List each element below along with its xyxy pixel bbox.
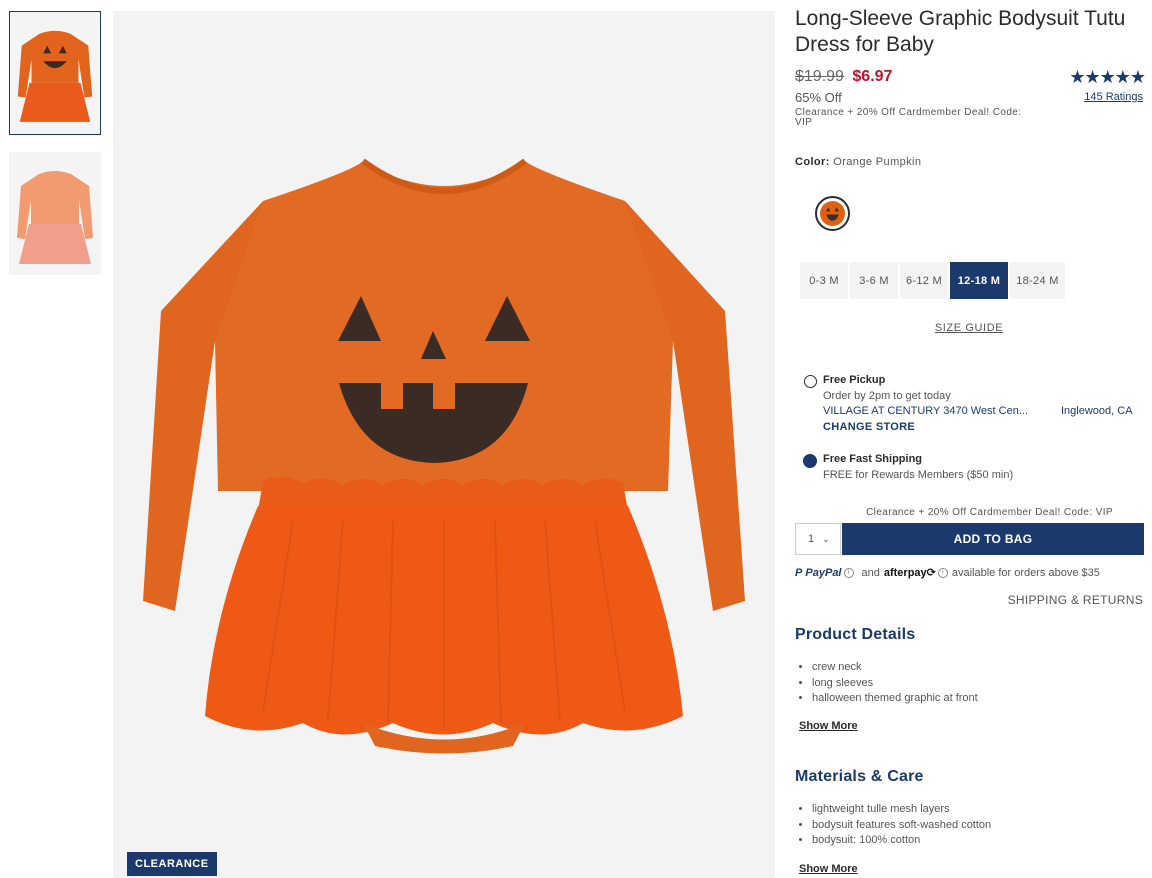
pickup-subtext: Order by 2pm to get today [823, 390, 951, 402]
list-item: lightweight tulle mesh layers [812, 802, 991, 818]
size-option-18-24m[interactable]: 18-24 M [1010, 262, 1065, 299]
product-details-heading[interactable]: Product Details [795, 626, 915, 644]
afterpay-arrows-icon: ⟳ [926, 567, 936, 579]
bodysuit-thumbnail-image [10, 12, 100, 134]
paypal-info-icon[interactable]: i [843, 567, 854, 578]
size-option-12-18m[interactable]: 12-18 M [950, 262, 1008, 299]
afterpay-availability: available for orders above $35 [951, 566, 1100, 579]
payment-and-text: and [861, 566, 880, 579]
ratings-link[interactable]: 145 Ratings [1050, 91, 1143, 103]
add-to-bag-button[interactable]: ADD TO BAG [842, 523, 1144, 555]
list-item: crew neck [812, 660, 978, 676]
store-city: Inglewood, CA [1061, 405, 1133, 417]
materials-care-heading[interactable]: Materials & Care [795, 768, 924, 786]
product-details-list: crew neck long sleeves halloween themed … [812, 660, 978, 707]
store-name: VILLAGE AT CENTURY 3470 West Cen... [823, 405, 1029, 417]
store-info: VILLAGE AT CENTURY 3470 West Cen... Ingl… [823, 405, 1143, 417]
size-option-6-12m[interactable]: 6-12 M [900, 262, 948, 299]
product-title: Long-Sleeve Graphic Bodysuit Tutu Dress … [795, 7, 1126, 56]
list-item: bodysuit: 100% cotton [812, 833, 991, 849]
change-store-link[interactable]: CHANGE STORE [823, 421, 915, 433]
color-label-prefix: Color: [795, 156, 830, 168]
size-selector: 0-3 M 3-6 M 6-12 M 12-18 M 18-24 M [800, 262, 1067, 299]
product-info-panel: Long-Sleeve Graphic Bodysuit Tutu Dress … [795, 0, 1146, 878]
chevron-down-icon: ⌄ [822, 533, 830, 544]
clearance-badge: CLEARANCE [127, 852, 217, 876]
color-label: Color: Orange Pumpkin [795, 156, 921, 168]
shipping-returns-link[interactable]: SHIPPING & RETURNS [795, 593, 1143, 607]
size-guide-link[interactable]: SIZE GUIDE [795, 322, 1143, 334]
shipping-radio[interactable] [803, 454, 817, 468]
rating-stars-icon: ★★★★★ [1069, 67, 1146, 87]
sale-price: $6.97 [852, 68, 893, 85]
materials-show-more-link[interactable]: Show More [799, 863, 858, 875]
payment-options: P PayPal i and afterpay ⟳ i available fo… [795, 566, 1100, 580]
paypal-label: PayPal [805, 566, 842, 579]
afterpay-info-icon[interactable]: i [937, 567, 948, 578]
pumpkin-bodysuit-illustration [113, 11, 775, 878]
percent-off: 65% Off [795, 90, 842, 105]
list-item: halloween themed graphic at front [812, 691, 978, 707]
details-show-more-link[interactable]: Show More [799, 720, 858, 732]
cart-deal-text: Clearance + 20% Off Cardmember Deal! Cod… [866, 507, 1113, 518]
paypal-logo-icon: P PayPal [795, 566, 842, 579]
shipping-subtext: FREE for Rewards Members ($50 min) [823, 469, 1014, 481]
quantity-select[interactable]: 1 ⌄ [795, 523, 841, 555]
color-value: Orange Pumpkin [833, 156, 922, 168]
size-option-3-6m[interactable]: 3-6 M [850, 262, 898, 299]
thumbnail-orange-bodysuit[interactable] [9, 11, 101, 135]
pickup-radio[interactable] [804, 375, 817, 388]
pumpkin-swatch-icon [820, 201, 845, 226]
bodysuit-back-thumbnail-image [9, 152, 101, 275]
list-item: long sleeves [812, 676, 978, 692]
size-option-0-3m[interactable]: 0-3 M [800, 262, 848, 299]
quantity-value: 1 [808, 533, 815, 545]
price-row: $19.99 $6.97 [795, 68, 892, 86]
thumbnail-back-view[interactable] [9, 152, 101, 275]
list-item: bodysuit features soft-washed cotton [812, 818, 991, 834]
pickup-title: Free Pickup [823, 374, 886, 386]
color-swatch-orange-pumpkin[interactable] [815, 196, 850, 231]
deal-text: Clearance + 20% Off Cardmember Deal! Cod… [795, 107, 1022, 128]
afterpay-logo-icon: afterpay [883, 566, 927, 579]
materials-list: lightweight tulle mesh layers bodysuit f… [812, 802, 991, 849]
original-price: $19.99 [795, 68, 844, 85]
shipping-title: Free Fast Shipping [823, 453, 923, 465]
main-product-image[interactable] [113, 11, 775, 878]
